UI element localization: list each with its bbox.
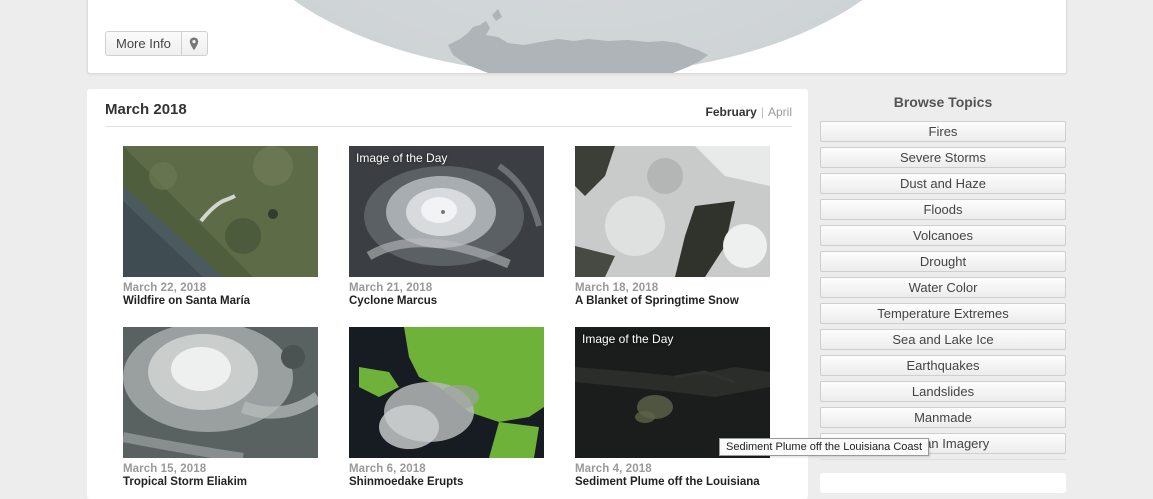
card-title: Shinmoedake Erupts	[349, 476, 464, 488]
topic-button-severe-storms[interactable]: Severe Storms	[820, 147, 1066, 168]
topic-button-dust-and-haze[interactable]: Dust and Haze	[820, 173, 1066, 194]
card-title: A Blanket of Springtime Snow	[575, 295, 739, 307]
image-card[interactable]: Image of the Day March 21, 2018 Cyclone …	[349, 146, 544, 307]
topic-button-manmade[interactable]: Manmade	[820, 407, 1066, 428]
title-divider	[105, 126, 792, 127]
map-pin-icon	[190, 37, 199, 50]
card-date: March 21, 2018	[349, 282, 433, 294]
image-of-the-day-label: Image of the Day	[582, 332, 674, 346]
card-title: Cyclone Marcus	[349, 295, 438, 307]
topic-button-drought[interactable]: Drought	[820, 251, 1066, 272]
topic-button-sea-and-lake-ice[interactable]: Sea and Lake Ice	[820, 329, 1066, 350]
topic-button-fires[interactable]: Fires	[820, 121, 1066, 142]
hover-tooltip: Sediment Plume off the Louisiana Coast	[719, 438, 930, 456]
card-thumbnail: Image of the Day	[349, 146, 544, 277]
card-date: March 4, 2018	[575, 463, 652, 475]
image-of-the-day-label: Image of the Day	[356, 151, 448, 165]
next-month-link[interactable]: April	[768, 105, 792, 119]
previous-month-link[interactable]: February	[706, 105, 757, 119]
topic-button-landslides[interactable]: Landslides	[820, 381, 1066, 402]
topic-button-temperature-extremes[interactable]: Temperature Extremes	[820, 303, 1066, 324]
sidebar-divider	[820, 459, 1066, 460]
location-button[interactable]	[182, 32, 207, 55]
card-date: March 15, 2018	[123, 463, 207, 475]
nav-separator: |	[760, 105, 764, 119]
card-date: March 22, 2018	[123, 282, 207, 294]
image-card[interactable]: March 15, 2018 Tropical Storm Eliakim	[123, 327, 318, 488]
card-title: Sediment Plume off the Louisiana	[575, 476, 760, 488]
more-info-group: More Info	[105, 31, 208, 56]
card-thumbnail	[123, 146, 318, 277]
card-thumbnail	[123, 327, 318, 458]
topic-button-volcanoes[interactable]: Volcanoes	[820, 225, 1066, 246]
card-date: March 6, 2018	[349, 463, 426, 475]
browse-topics-title: Browse Topics	[893, 94, 993, 110]
image-card[interactable]: March 22, 2018 Wildfire on Santa María	[123, 146, 318, 307]
card-thumbnail	[575, 146, 770, 277]
topic-button-floods[interactable]: Floods	[820, 199, 1066, 220]
image-card[interactable]: March 6, 2018 Shinmoedake Erupts	[349, 327, 544, 488]
image-card[interactable]: Image of the Day March 4, 2018 Sediment …	[575, 327, 770, 488]
topic-button-earthquakes[interactable]: Earthquakes	[820, 355, 1066, 376]
month-navigation: February | April	[706, 105, 793, 119]
sidebar-box	[820, 473, 1066, 493]
card-thumbnail	[349, 327, 544, 458]
month-title: March 2018	[105, 101, 187, 118]
hero-panel: More Info	[87, 0, 1067, 74]
globe-landmass	[448, 9, 708, 73]
card-title: Tropical Storm Eliakim	[123, 476, 247, 488]
monthly-archive-panel: March 2018 February | April March 22, 2018…	[87, 89, 808, 499]
browse-topics-sidebar: Browse Topics Fires Severe Storms Dust a…	[820, 89, 1066, 493]
card-title: Wildfire on Santa María	[123, 295, 251, 307]
topic-button-water-color[interactable]: Water Color	[820, 277, 1066, 298]
more-info-button[interactable]: More Info	[106, 32, 182, 55]
image-card[interactable]: March 18, 2018 A Blanket of Springtime S…	[575, 146, 770, 307]
card-date: March 18, 2018	[575, 282, 659, 294]
